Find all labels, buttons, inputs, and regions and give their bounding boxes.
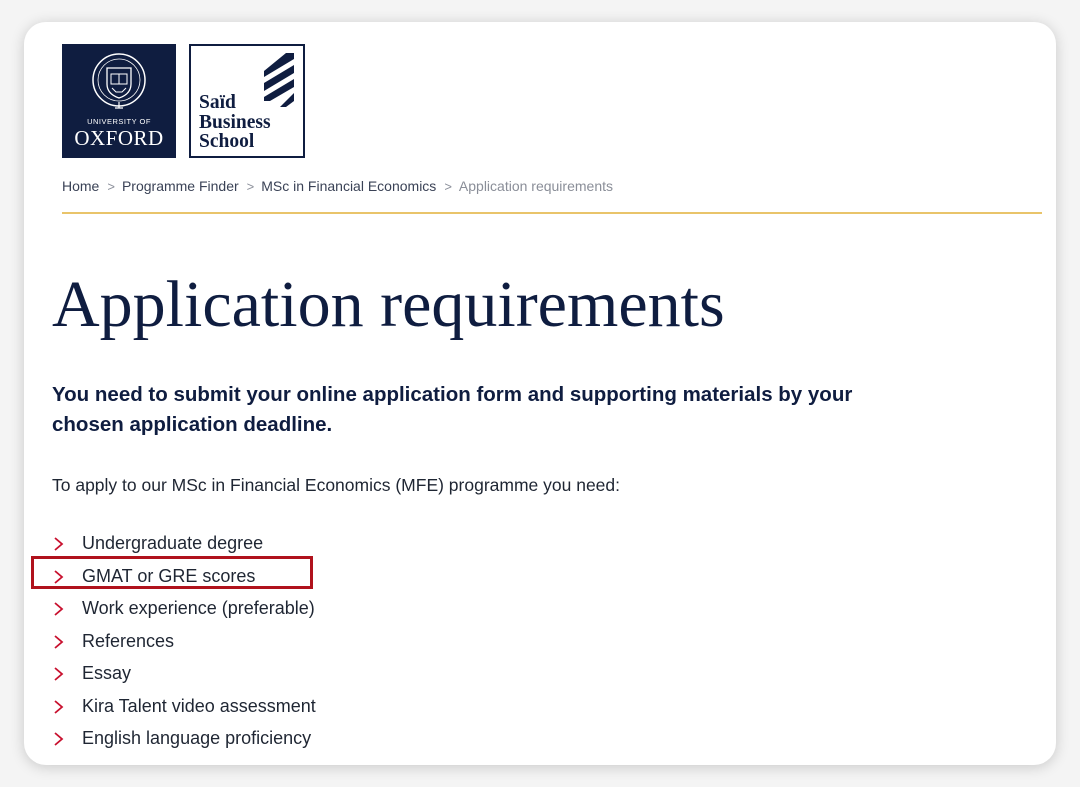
highlight-box [31, 556, 313, 589]
chevron-right-icon [54, 699, 64, 714]
page-card: UNIVERSITY OF OXFORD Saïd Business Schoo… [24, 22, 1056, 765]
requirement-label: Work experience (preferable) [82, 598, 315, 618]
oxford-crest-icon [92, 53, 146, 109]
chevron-right-icon [54, 537, 64, 551]
breadcrumb-divider [62, 212, 1042, 214]
breadcrumb: Home > Programme Finder > MSc in Financial E… [62, 178, 613, 194]
requirement-label: English language proficiency [82, 728, 312, 748]
intro-paragraph: To apply to our MSc in Financial Economi… [52, 475, 621, 495]
breadcrumb-programme-finder[interactable]: Programme Finder [122, 178, 239, 194]
breadcrumb-separator: > [246, 179, 255, 194]
said-logo-line-3: School [199, 131, 255, 152]
breadcrumb-current: Application requirements [458, 178, 613, 194]
requirement-label: Kira Talent video assessment [82, 695, 316, 716]
chevron-right-icon [54, 634, 64, 649]
page-title: Application requirements [52, 268, 725, 341]
requirement-label: Undergraduate degree [82, 533, 264, 553]
lead-paragraph: You need to submit your online applicati… [52, 383, 853, 436]
breadcrumb-msc-financial-economics[interactable]: MSc in Financial Economics [261, 178, 436, 194]
breadcrumb-home[interactable]: Home [62, 178, 99, 194]
requirement-label: References [82, 630, 175, 651]
oxford-logo[interactable]: UNIVERSITY OF OXFORD [62, 44, 176, 158]
breadcrumb-separator: > [444, 179, 452, 194]
chevron-right-icon [54, 667, 64, 681]
requirement-label: Essay [82, 663, 132, 683]
said-logo-line-2: Business [199, 111, 271, 133]
breadcrumb-separator: > [107, 179, 115, 194]
oxford-logo-small-text: UNIVERSITY OF [87, 117, 151, 126]
chevron-right-icon [54, 602, 64, 616]
oxford-logo-big-text: OXFORD [74, 126, 164, 150]
said-business-school-logo[interactable]: Saïd Business School [189, 44, 305, 158]
said-logo-line-1: Saïd [199, 92, 236, 113]
said-logo-text: Saïd Business School [199, 93, 271, 152]
chevron-right-icon [54, 732, 64, 746]
